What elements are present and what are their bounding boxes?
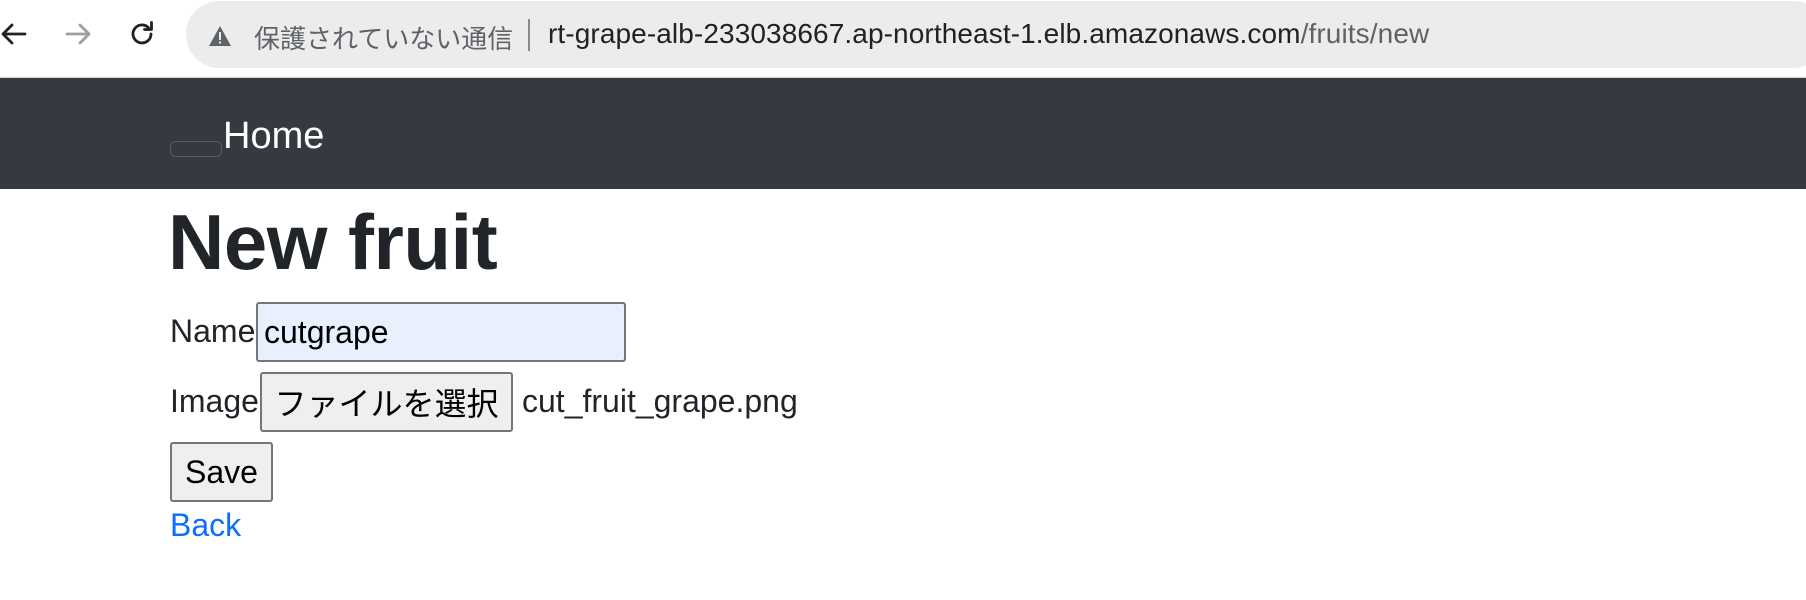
image-label: Image (170, 383, 259, 419)
app-navbar: Home (0, 78, 1806, 189)
selected-file-name: cut_fruit_grape.png (522, 383, 798, 419)
address-bar-divider (528, 19, 530, 51)
back-link[interactable]: Back (170, 507, 241, 544)
choose-file-button[interactable]: ファイルを選択 (260, 372, 513, 432)
name-label: Name (170, 313, 256, 349)
url-host: rt-grape-alb-233038667.ap-northeast-1.el… (548, 18, 1301, 49)
url-path: /fruits/new (1300, 18, 1430, 49)
main-content: New fruit Name Image ファイルを選択 cut_fruit_g… (0, 189, 1806, 600)
forward-arrow-icon (65, 23, 91, 45)
page-title: New fruit (168, 198, 498, 286)
back-arrow-icon (1, 23, 27, 45)
back-button[interactable] (0, 14, 32, 54)
warning-icon[interactable] (208, 25, 232, 47)
browser-toolbar: 保護されていない通信 rt-grape-alb-233038667.ap-nor… (0, 0, 1806, 78)
save-button[interactable]: Save (170, 442, 273, 502)
navbar-toggler-button[interactable] (170, 141, 222, 157)
navbar-home-link[interactable]: Home (223, 115, 324, 158)
address-bar[interactable]: 保護されていない通信 rt-grape-alb-233038667.ap-nor… (186, 1, 1806, 68)
reload-button[interactable] (124, 14, 160, 54)
name-input[interactable] (256, 302, 626, 362)
reload-icon (131, 21, 153, 45)
forward-button[interactable] (60, 14, 96, 54)
url-text[interactable]: rt-grape-alb-233038667.ap-northeast-1.el… (548, 18, 1429, 50)
security-status-text[interactable]: 保護されていない通信 (254, 19, 513, 56)
